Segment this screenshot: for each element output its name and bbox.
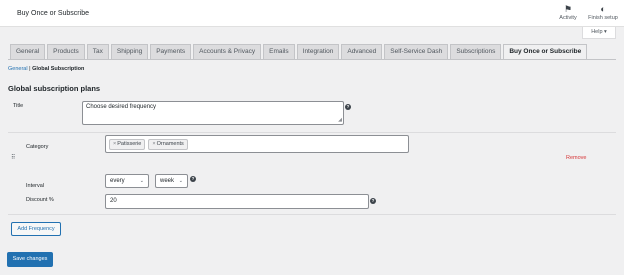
- breadcrumb: General | Global Subscription: [8, 66, 84, 72]
- help-tip-icon[interactable]: ?: [345, 104, 351, 110]
- caret-down-icon: ▾: [604, 29, 607, 35]
- help-tip-icon[interactable]: ?: [370, 198, 376, 204]
- category-multiselect[interactable]: ×Patisserie ×Ornaments: [105, 135, 409, 153]
- tab-self-service-dash[interactable]: Self-Service Dash: [384, 44, 449, 60]
- period-value: week: [160, 178, 175, 184]
- add-frequency-button[interactable]: Add Frequency: [11, 222, 61, 236]
- tab-accounts-privacy[interactable]: Accounts & Privacy: [193, 44, 262, 60]
- tab-general[interactable]: General: [10, 44, 46, 60]
- help-button[interactable]: Help ▾: [582, 27, 616, 39]
- tab-advanced[interactable]: Advanced: [341, 44, 383, 60]
- category-chip[interactable]: ×Ornaments: [148, 139, 188, 150]
- chevron-down-icon: ⌄: [178, 178, 183, 184]
- title-textarea[interactable]: Choose desired frequency ◢: [82, 101, 344, 125]
- tab-integration[interactable]: Integration: [296, 44, 340, 60]
- section-title: Global subscription plans: [8, 84, 101, 93]
- remove-plan-link[interactable]: Remove: [566, 155, 586, 161]
- top-header: Buy Once or Subscribe ⚑ Activity ◐ Finis…: [0, 0, 624, 27]
- flag-icon: ⚑: [563, 4, 573, 14]
- resize-grip-icon[interactable]: ◢: [338, 117, 342, 123]
- discount-label: Discount %: [26, 197, 54, 203]
- remove-chip-icon[interactable]: ×: [152, 141, 155, 147]
- interval-value: every: [110, 178, 125, 184]
- category-chip-label: Ornaments: [156, 141, 184, 147]
- tab-shipping[interactable]: Shipping: [110, 44, 149, 60]
- tab-products[interactable]: Products: [47, 44, 85, 60]
- finish-setup-label: Finish setup: [588, 15, 618, 21]
- finish-setup-button[interactable]: ◐ Finish setup: [587, 3, 619, 21]
- discount-value: 20: [110, 198, 117, 204]
- tab-emails[interactable]: Emails: [263, 44, 295, 60]
- subnav-general-link[interactable]: General: [8, 66, 28, 72]
- title-value: Choose desired frequency: [86, 104, 157, 110]
- plan-bottom-divider: [8, 214, 616, 215]
- chevron-down-icon: ⌄: [139, 178, 144, 184]
- save-changes-button[interactable]: Save changes: [7, 252, 53, 267]
- interval-select[interactable]: every ⌄: [105, 174, 149, 188]
- help-tip-icon[interactable]: ?: [190, 176, 196, 182]
- page-title: Buy Once or Subscribe: [17, 10, 89, 17]
- discount-input[interactable]: 20: [105, 194, 369, 209]
- tab-payments[interactable]: Payments: [150, 44, 192, 60]
- activity-label: Activity: [559, 15, 577, 21]
- help-label: Help: [591, 29, 603, 35]
- settings-tabs: General Products Tax Shipping Payments A…: [10, 44, 588, 60]
- title-label: Title: [13, 103, 24, 109]
- tab-buy-once-or-subscribe[interactable]: Buy Once or Subscribe: [503, 44, 588, 60]
- remove-chip-icon[interactable]: ×: [113, 141, 116, 147]
- plan-divider: [8, 132, 616, 133]
- period-select[interactable]: week ⌄: [155, 174, 188, 188]
- half-circle-icon: ◐: [600, 4, 606, 14]
- tab-subscriptions[interactable]: Subscriptions: [450, 44, 502, 60]
- drag-handle-icon[interactable]: ⠿: [11, 154, 16, 161]
- tabs-divider: [8, 59, 616, 60]
- interval-label: Interval: [26, 183, 45, 189]
- category-label: Category: [26, 144, 49, 150]
- category-chip[interactable]: ×Patisserie: [109, 139, 146, 150]
- tab-tax[interactable]: Tax: [86, 44, 109, 60]
- subnav-current: Global Subscription: [32, 66, 85, 72]
- category-chip-label: Patisserie: [117, 141, 142, 147]
- activity-button[interactable]: ⚑ Activity: [552, 3, 584, 21]
